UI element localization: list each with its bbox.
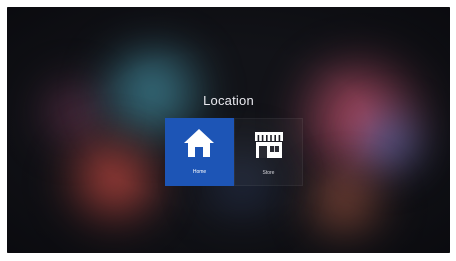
page-title: Location (203, 93, 254, 108)
store-option-button[interactable]: Store (234, 118, 303, 186)
house-icon (184, 129, 214, 157)
home-option-label: Home (192, 169, 207, 175)
storefront-icon (255, 132, 283, 158)
store-option-label: Store (262, 170, 275, 176)
screen: Location Home Store (7, 7, 450, 253)
home-option-button[interactable]: Home (165, 118, 234, 186)
